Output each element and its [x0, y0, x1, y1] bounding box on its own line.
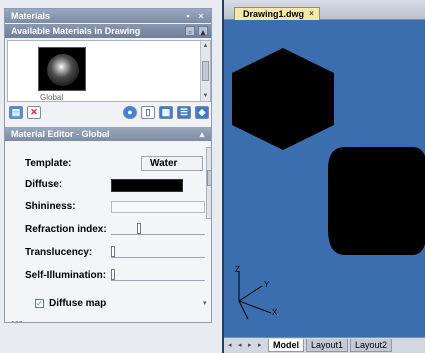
hexagon-shape[interactable]	[232, 48, 334, 150]
material-swatch-area: Global ▲ ▼	[7, 40, 211, 102]
tab-model[interactable]: Model	[268, 339, 304, 352]
ucs-icon	[238, 271, 272, 320]
shininess-label: Shininess:	[25, 201, 76, 212]
template-dropdown[interactable]: Water	[141, 156, 203, 171]
diffuse-color-swatch[interactable]	[111, 179, 183, 192]
expand-icon[interactable]: ▾	[203, 299, 207, 307]
material-sphere-preview	[47, 54, 79, 86]
editor-status: 100	[11, 321, 23, 322]
next-tab-icon[interactable]: ▸	[248, 341, 252, 349]
create-material-icon[interactable]: ●	[123, 106, 137, 119]
close-icon[interactable]: ×	[196, 11, 206, 21]
material-editor-body: Template: Water Diffuse: Shininess: Refr…	[7, 143, 211, 321]
swatch-scrollbar[interactable]: ▲ ▼	[200, 41, 210, 101]
diffuse-map-label: Diffuse map	[49, 298, 107, 309]
template-value: Water	[150, 158, 178, 169]
translucency-slider[interactable]	[111, 246, 205, 258]
editor-scrollbar[interactable]	[206, 147, 211, 219]
first-tab-icon[interactable]: ◂	[228, 341, 232, 349]
scroll-down-icon[interactable]: ▼	[202, 92, 209, 100]
refraction-index-thumb[interactable]	[137, 223, 141, 234]
template-label: Template:	[25, 158, 72, 169]
layout-tab-bar: ◂ ◂ ▸ ▸ Model Layout1 Layout2	[224, 337, 425, 353]
self-illumination-thumb[interactable]	[111, 269, 115, 280]
document-tab-title: Drawing1.dwg	[243, 9, 305, 19]
self-illumination-slider[interactable]	[111, 269, 205, 281]
translucency-thumb[interactable]	[111, 246, 115, 257]
document-tab-bar: Drawing1.dwg ×	[224, 0, 425, 20]
shininess-field[interactable]	[111, 201, 205, 213]
diffuse-map-checkbox[interactable]: ✓	[35, 299, 44, 308]
last-tab-icon[interactable]: ▸	[258, 341, 262, 349]
translucency-label: Translucency:	[25, 247, 93, 258]
available-materials-header[interactable]: Available Materials in Drawing ▫ ▴	[5, 24, 211, 38]
tab-layout1[interactable]: Layout1	[306, 339, 349, 352]
auto-hide-icon[interactable]: ▪	[183, 11, 193, 21]
document-tab[interactable]: Drawing1.dwg ×	[234, 7, 320, 20]
tab-layout2[interactable]: Layout2	[350, 339, 393, 352]
drawing-icon[interactable]: ▤	[9, 106, 23, 119]
close-icon[interactable]: ×	[307, 9, 316, 18]
ucs-z-label: Z	[235, 265, 240, 274]
rounded-solid-shape[interactable]	[328, 147, 425, 255]
ucs-x-label: X	[272, 308, 278, 317]
editor-scroll-thumb[interactable]	[207, 170, 211, 186]
palette-title-bar[interactable]: Materials ▪ ×	[5, 9, 211, 23]
refraction-index-slider[interactable]	[111, 223, 205, 235]
prev-tab-icon[interactable]: ◂	[238, 341, 242, 349]
drawing-window: Drawing1.dwg × Z Y X ◂ ◂ ▸ ▸ Model Layou…	[222, 0, 425, 353]
refraction-index-label: Refraction index:	[25, 224, 107, 235]
available-materials-title: Available Materials in Drawing	[11, 26, 141, 36]
self-illumination-label: Self-Illumination:	[25, 270, 107, 281]
drawing-canvas[interactable]: Z Y X	[224, 21, 425, 335]
swatch-view-icon[interactable]: ▦	[159, 106, 173, 119]
list-view-icon[interactable]: ☰	[177, 106, 191, 119]
materials-toolbar: ▤ ✕ ● ▯ ▦ ☰ ◈	[7, 105, 211, 121]
diffuse-label: Diffuse:	[25, 179, 63, 190]
ucs-y-label: Y	[264, 280, 270, 289]
scroll-thumb[interactable]	[202, 61, 209, 81]
scroll-up-icon[interactable]: ▲	[202, 42, 209, 50]
collapse-icon[interactable]: ▴	[197, 129, 207, 139]
collapse-icon[interactable]: ▴	[198, 26, 208, 37]
materials-palette: Materials ▪ × Available Materials in Dra…	[4, 8, 212, 323]
tile-view-icon[interactable]: ▫	[185, 26, 195, 37]
material-swatch[interactable]	[38, 47, 86, 91]
purge-all-icon[interactable]: ◈	[195, 106, 209, 119]
material-editor-title: Material Editor - Global	[11, 129, 110, 139]
palette-title: Materials	[11, 11, 51, 21]
new-icon[interactable]: ▯	[141, 106, 155, 119]
purge-icon[interactable]: ✕	[27, 106, 41, 119]
material-editor-header[interactable]: Material Editor - Global ▴	[5, 127, 211, 141]
drawing-viewport[interactable]: Z Y X	[224, 21, 425, 335]
swatch-label: Global	[40, 93, 64, 102]
